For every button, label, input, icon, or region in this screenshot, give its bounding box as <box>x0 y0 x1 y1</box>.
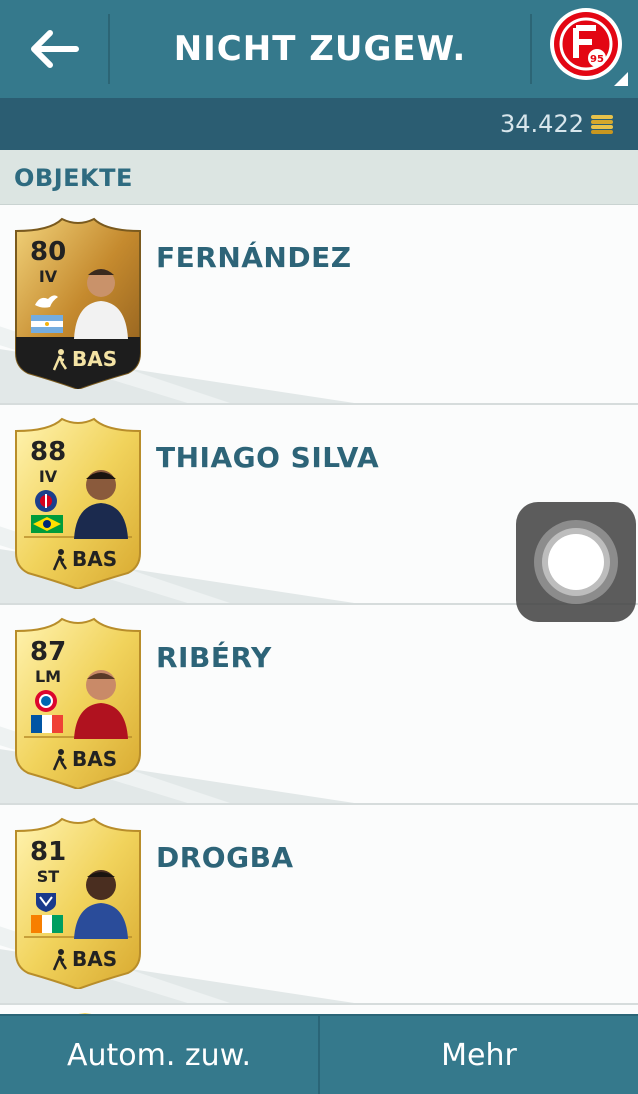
header-divider <box>530 14 532 84</box>
argentina-flag-icon <box>31 315 63 333</box>
player-position: ST <box>36 867 60 886</box>
montreal-impact-club-icon <box>36 893 56 912</box>
player-photo <box>74 470 128 539</box>
player-name: THIAGO SILVA <box>156 441 380 474</box>
top-bar: NICHT ZUGEW. 95 <box>0 0 638 98</box>
club-logo-icon: 95 <box>550 8 628 86</box>
player-card: 87 LM BAS <box>10 617 146 791</box>
player-photo <box>74 870 128 939</box>
page-title: NICHT ZUGEW. <box>173 29 467 69</box>
player-rating: 81 <box>30 837 67 867</box>
coin-stack-icon <box>591 115 613 134</box>
player-photo <box>74 670 128 739</box>
player-rating: 80 <box>30 237 67 267</box>
player-name: DROGBA <box>156 841 294 874</box>
player-name: RIBÉRY <box>156 641 272 674</box>
assistive-touch-center <box>548 534 604 590</box>
coin-balance: 34.422 <box>500 98 614 150</box>
france-flag-icon <box>31 715 63 733</box>
chemistry-style-label: BAS <box>72 547 118 571</box>
section-title: OBJEKTE <box>14 164 133 192</box>
player-card: 80 IV BAS <box>10 217 146 391</box>
bayern-club-icon <box>35 690 57 712</box>
list-item[interactable]: 87 LM BAS RIBÉRY <box>0 605 638 805</box>
more-button[interactable]: Mehr <box>318 1014 638 1094</box>
list-item[interactable]: 80 IV BAS FERNÁNDEZ <box>0 205 638 405</box>
player-card: 88 IV BAS <box>10 417 146 591</box>
list-item[interactable]: 81 ST BAS DROGBA <box>0 805 638 1005</box>
chemistry-style-icon <box>52 749 68 771</box>
section-header: OBJEKTE <box>0 150 638 205</box>
chemistry-style-icon <box>52 349 68 371</box>
brazil-flag-icon <box>31 515 63 533</box>
player-rating: 88 <box>30 437 67 467</box>
chemistry-style-label: BAS <box>72 347 118 371</box>
player-name: FERNÁNDEZ <box>156 241 352 274</box>
player-position: LM <box>34 667 62 686</box>
bottom-action-bar: Autom. zuw. Mehr <box>0 1014 638 1094</box>
assistive-touch-button[interactable] <box>516 502 636 622</box>
chemistry-style-label: BAS <box>72 747 118 771</box>
chemistry-style-icon <box>52 549 68 571</box>
psg-club-icon <box>35 490 57 512</box>
coin-amount: 34.422 <box>500 110 584 138</box>
ivory-coast-flag-icon <box>31 915 63 933</box>
player-position: IV <box>38 267 58 286</box>
player-position: IV <box>38 467 58 486</box>
club-badge-number: 95 <box>590 54 604 65</box>
swansea-club-icon <box>35 295 58 308</box>
coin-bar: 34.422 <box>0 98 638 150</box>
back-button[interactable] <box>0 0 108 98</box>
player-photo <box>74 269 128 339</box>
chemistry-style-icon <box>52 949 68 971</box>
player-rating: 87 <box>30 637 67 667</box>
auto-assign-button[interactable]: Autom. zuw. <box>0 1014 318 1094</box>
chemistry-style-label: BAS <box>72 947 118 971</box>
player-card: 81 ST BAS <box>10 817 146 991</box>
club-menu-button[interactable]: 95 <box>548 6 628 86</box>
arrow-left-icon <box>31 30 79 68</box>
